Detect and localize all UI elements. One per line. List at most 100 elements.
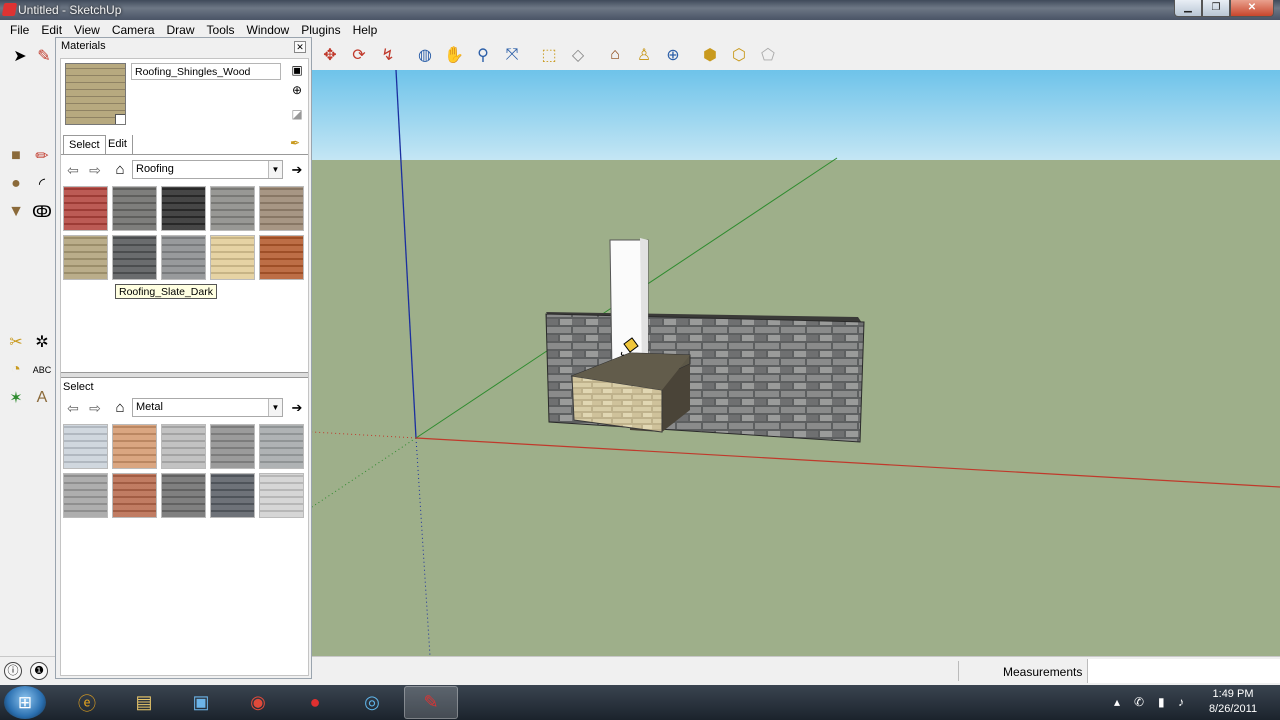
tape-measure-icon[interactable]: ✂ (4, 330, 28, 354)
collection-dropdown-bottom[interactable]: Metal ▼ (132, 398, 283, 417)
hidden-line-icon[interactable]: ⬠ (756, 43, 780, 67)
tab-edit[interactable]: Edit (103, 135, 133, 155)
roofing-shingles-brown-swatch[interactable] (259, 186, 304, 231)
back-arrow-icon[interactable]: ⇦ (64, 399, 82, 417)
top-view-icon[interactable]: ◇ (566, 43, 590, 67)
freehand-icon[interactable]: ↂ (30, 200, 54, 224)
orbit-icon[interactable]: ◍ (413, 43, 437, 67)
menu-file[interactable]: File (4, 20, 35, 40)
sketchup-window: Untitled - SketchUp ▁ ❐ ✕ File Edit View… (0, 0, 1280, 720)
volume-icon[interactable]: ♪ (1178, 695, 1184, 709)
materials-titlebar[interactable]: Materials ✕ (56, 38, 311, 56)
pan-icon[interactable]: ✋ (442, 43, 466, 67)
forward-arrow-icon[interactable]: ⇨ (86, 161, 104, 179)
shaded-icon[interactable]: ⬢ (698, 43, 722, 67)
home-icon[interactable]: ⌂ (111, 161, 129, 179)
follow-me-icon[interactable]: ↯ (376, 43, 400, 67)
xray-icon[interactable]: ⬡ (727, 43, 751, 67)
iso-view-icon[interactable]: ⬚ (537, 43, 561, 67)
metal-rust-swatch[interactable] (112, 473, 157, 518)
metal-dark-gray-swatch[interactable] (161, 473, 206, 518)
rotate-icon[interactable]: ⟳ (347, 43, 371, 67)
roofing-metal-red-swatch[interactable] (63, 186, 108, 231)
show-hidden-icons[interactable]: ▴ (1114, 695, 1120, 709)
panel-splitter[interactable] (61, 372, 308, 378)
chevron-down-icon: ▼ (268, 161, 282, 178)
panel-close-button[interactable]: ✕ (294, 41, 306, 53)
preview-corner-icon[interactable] (115, 114, 125, 124)
menu-help[interactable]: Help (347, 20, 384, 40)
protractor-icon[interactable]: ◔ (4, 358, 28, 382)
axes-icon[interactable]: ✶ (4, 386, 28, 410)
polygon-icon[interactable]: ▼ (4, 200, 28, 224)
maximize-button[interactable]: ❐ (1202, 0, 1230, 17)
title-bar: Untitled - SketchUp ▁ ❐ ✕ (0, 0, 1280, 20)
close-button[interactable]: ✕ (1230, 0, 1274, 17)
zoom-icon[interactable]: ⚲ (471, 43, 495, 67)
metal-silver-swatch[interactable] (63, 424, 108, 469)
collection-nav-bottom: ⇦ ⇨ ⌂ Metal ▼ ➔ (61, 397, 308, 419)
roofing-slate-dark-swatch[interactable] (112, 235, 157, 280)
right-view-icon[interactable]: ♙ (632, 43, 656, 67)
system-clock[interactable]: 1:49 PM 8/26/2011 (1196, 687, 1270, 717)
explorer-icon[interactable]: ▤ (117, 686, 171, 719)
front-view-icon[interactable]: ⌂ (603, 43, 627, 67)
default-material-icon[interactable]: ◪ (289, 106, 305, 122)
camera-icon[interactable]: ◎ (345, 686, 399, 719)
sample-paint-icon[interactable]: ✒ (287, 135, 303, 151)
dimension-icon[interactable]: ✲ (30, 330, 54, 354)
roofing-scallop-black-swatch[interactable] (161, 186, 206, 231)
metal-panel-x-swatch[interactable] (210, 424, 255, 469)
credits-icon[interactable]: ❶ (30, 662, 48, 680)
model-viewport[interactable] (312, 70, 1280, 656)
circle-icon[interactable]: ● (4, 172, 28, 196)
metal-brushed-swatch[interactable] (259, 424, 304, 469)
text-icon[interactable]: ABC (30, 358, 54, 382)
network-icon[interactable]: ✆ (1134, 695, 1144, 709)
arc-icon[interactable]: ◜ (30, 172, 54, 196)
line-icon[interactable]: ✏ (30, 144, 54, 168)
roofing-shingles-gray-swatch[interactable] (112, 186, 157, 231)
rectangle-icon[interactable]: ■ (4, 144, 28, 168)
internet-explorer-icon[interactable]: ⓔ (60, 686, 114, 719)
roofing-tile-sand-swatch[interactable] (210, 235, 255, 280)
collection-dropdown-top[interactable]: Roofing ▼ (132, 160, 283, 179)
roofing-tile-terracotta-swatch[interactable] (259, 235, 304, 280)
start-button[interactable]: ⊞ (4, 686, 46, 719)
geo-location-icon[interactable]: ⓘ (4, 662, 22, 680)
select-arrow-icon[interactable]: ➤ (8, 44, 32, 68)
tab-select[interactable]: Select (63, 135, 106, 155)
back-arrow-icon[interactable]: ⇦ (64, 161, 82, 179)
metal-galvanized-swatch[interactable] (63, 473, 108, 518)
metal-corrugated-swatch[interactable] (161, 424, 206, 469)
notepad-icon[interactable]: ▣ (174, 686, 228, 719)
chrome-icon[interactable]: ◉ (231, 686, 285, 719)
sketchup-icon[interactable]: ✎ (404, 686, 458, 719)
metal-copper-pattern-swatch[interactable] (112, 424, 157, 469)
zoom-extents-icon[interactable]: ⤧ (500, 43, 524, 67)
roofing-slate-gray-swatch[interactable] (161, 235, 206, 280)
forward-arrow-icon[interactable]: ⇨ (86, 399, 104, 417)
create-material-icon[interactable]: ⊕ (289, 82, 305, 98)
roofing-shingles-light-swatch[interactable] (210, 186, 255, 231)
metal-swatch-grid (63, 424, 308, 518)
record-icon[interactable]: ● (288, 686, 342, 719)
metal-diamond-plate-swatch[interactable] (259, 473, 304, 518)
pencil-icon[interactable]: ✎ (32, 44, 56, 68)
scene-canvas[interactable] (312, 70, 1280, 656)
3d-text-icon[interactable]: A (30, 386, 54, 410)
home-icon[interactable]: ⌂ (111, 399, 129, 417)
move-icon[interactable]: ✥ (318, 43, 342, 67)
measurements-input[interactable] (1087, 659, 1280, 683)
details-arrow-icon[interactable]: ➔ (289, 399, 305, 417)
details-arrow-icon[interactable]: ➔ (289, 161, 305, 179)
roofing-shingles-wood-swatch[interactable] (63, 235, 108, 280)
metal-mesh-swatch[interactable] (210, 473, 255, 518)
material-preview (65, 63, 126, 125)
display-secondary-icon[interactable]: ▣ (289, 62, 305, 78)
materials-panel: Materials ✕ ▣ ⊕ ◪ Select Edit ✒ ⇦ ⇨ ⌂ (55, 37, 312, 679)
signal-icon[interactable]: ▮ (1158, 695, 1165, 709)
material-name-field[interactable] (131, 63, 281, 80)
minimize-button[interactable]: ▁ (1174, 0, 1202, 17)
back-view-icon[interactable]: ⊕ (661, 43, 685, 67)
